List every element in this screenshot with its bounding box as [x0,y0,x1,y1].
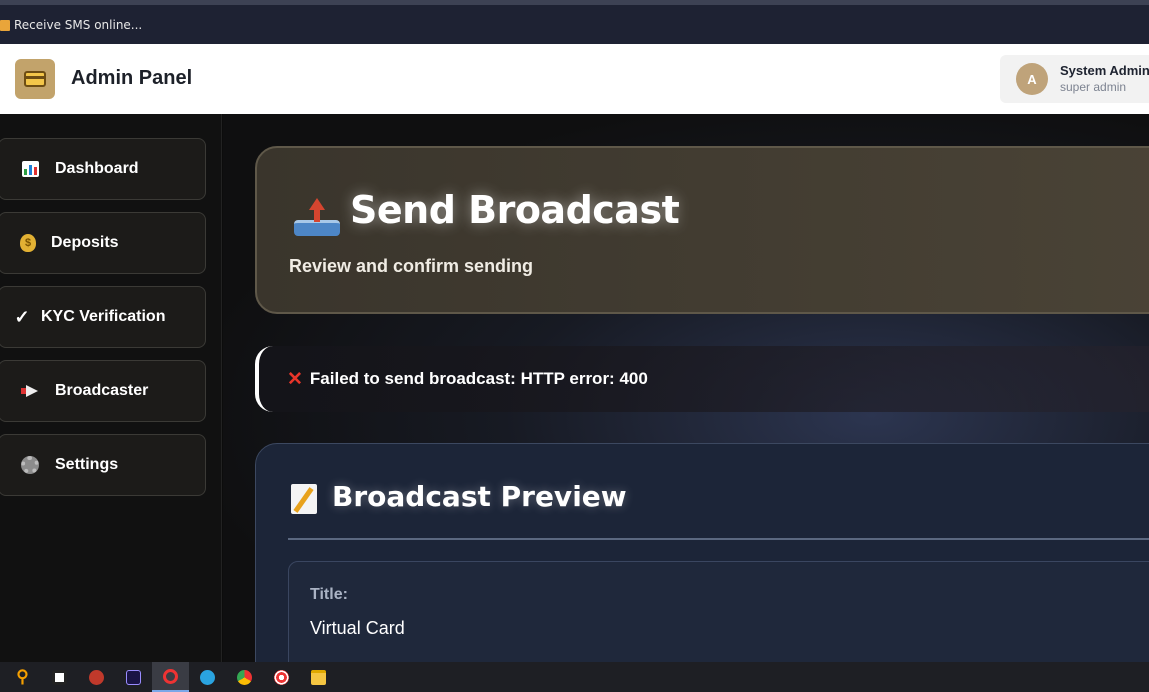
check-mark-icon: ✓ [14,306,30,327]
user-menu[interactable]: A System Admin super admin [1000,55,1149,103]
opera-icon [163,668,178,684]
page-title: Send Broadcast [350,188,680,232]
taskbar-app-chrome[interactable] [226,662,263,692]
browser-tab[interactable]: Receive SMS online... [0,13,142,37]
sidebar: Dashboard $ Deposits ✓ KYC Verification … [0,114,222,662]
sidebar-item-label: KYC Verification [41,308,166,325]
sidebar-item-label: Dashboard [55,160,139,177]
broadcast-preview-card: Broadcast Preview Title: Virtual Card [255,443,1149,662]
app-icon [89,669,104,685]
app-header: Admin Panel A System Admin super admin [0,44,1149,114]
avatar: A [1016,63,1048,95]
taskbar-app-capcut[interactable] [41,662,78,692]
sidebar-item-settings[interactable]: Settings [0,434,206,496]
app-title: Admin Panel [71,67,193,89]
taskbar-app-explorer[interactable] [300,662,337,692]
error-alert: ✕ Failed to send broadcast: HTTP error: … [255,346,1149,412]
sidebar-item-dashboard[interactable]: Dashboard [0,138,206,200]
browser-tab-strip: Receive SMS online... [0,0,1149,49]
browser-tab-title: Receive SMS online... [14,18,143,32]
money-bag-icon: $ [17,232,39,254]
file-explorer-icon [311,669,326,685]
target-app-icon [274,669,289,685]
premiere-pro-icon [126,669,141,685]
taskbar-app-opera[interactable] [152,662,189,692]
gear-icon [19,454,41,476]
search-icon: ⚲ [16,667,29,686]
memo-icon [291,484,317,514]
outbox-tray-icon [294,198,340,236]
field-label: Title: [310,586,348,603]
user-role: super admin [1060,80,1127,94]
title-field-box: Title: Virtual Card [288,561,1149,662]
taskbar-app-premiere[interactable] [115,662,152,692]
preview-divider [288,538,1149,540]
megaphone-icon [19,380,41,402]
telegram-icon [200,669,215,685]
field-value: Virtual Card [310,618,405,638]
bar-chart-icon [19,158,41,180]
main-content: Send Broadcast Review and confirm sendin… [223,114,1149,662]
taskbar-app-3[interactable] [78,662,115,692]
capcut-icon [52,669,67,685]
page-subtitle: Review and confirm sending [289,256,534,276]
sidebar-item-deposits[interactable]: $ Deposits [0,212,206,274]
sidebar-item-broadcaster[interactable]: Broadcaster [0,360,206,422]
app-logo[interactable] [15,59,55,99]
page-hero: Send Broadcast Review and confirm sendin… [255,146,1149,314]
sidebar-item-label: Settings [55,456,119,473]
error-message: Failed to send broadcast: HTTP error: 40… [309,369,648,388]
taskbar: ⚲ [0,662,1149,692]
chrome-icon [237,669,252,685]
sidebar-item-label: Deposits [51,234,119,251]
user-name: System Admin [1060,63,1149,78]
taskbar-app-target[interactable] [263,662,300,692]
taskbar-app-telegram[interactable] [189,662,226,692]
taskbar-search[interactable]: ⚲ [4,662,41,692]
cross-mark-icon: ✕ [287,368,303,390]
sidebar-item-label: Broadcaster [55,382,149,399]
preview-title: Broadcast Preview [332,480,627,513]
sidebar-item-kyc-verification[interactable]: ✓ KYC Verification [0,286,206,348]
credit-card-icon [24,71,46,87]
sms-favicon-icon [0,19,10,31]
